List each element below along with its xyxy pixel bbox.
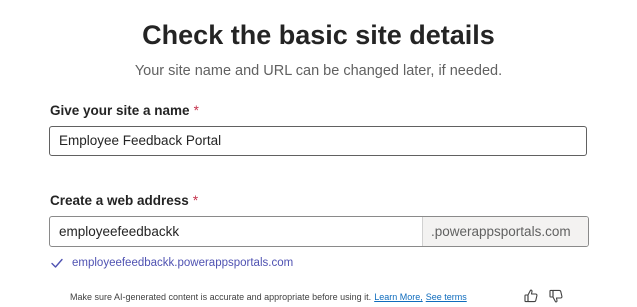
thumbs-up-icon[interactable] — [523, 288, 539, 304]
validation-message: employeefeedbackk.powerappsportals.com — [72, 257, 294, 269]
site-name-input[interactable]: Employee Feedback Portal — [49, 126, 587, 156]
web-address-value: employeefeedbackk — [59, 224, 180, 239]
required-mark: * — [193, 103, 199, 118]
required-mark: * — [192, 193, 199, 208]
disclaimer-text: Make sure AI-generated content is accura… — [70, 292, 372, 302]
domain-suffix: .powerappsportals.com — [422, 217, 588, 246]
thumbs-down-icon[interactable] — [548, 288, 564, 304]
checkmark-icon — [51, 258, 63, 268]
page-title: Check the basic site details — [142, 20, 495, 50]
site-name-label: Give your site a name * — [50, 102, 199, 120]
address-validation: employeefeedbackk.powerappsportals.com — [50, 255, 293, 271]
ai-disclaimer: Make sure AI-generated content is accura… — [70, 291, 467, 303]
site-name-value: Employee Feedback Portal — [59, 133, 222, 148]
web-address-input[interactable]: employeefeedbackk .powerappsportals.com — [49, 216, 589, 247]
site-name-label-text: Give your site a name — [50, 103, 190, 118]
see-terms-link[interactable]: See terms — [426, 292, 467, 302]
web-address-label: Create a web address * — [50, 192, 198, 210]
page-subtitle: Your site name and URL can be changed la… — [134, 63, 503, 79]
learn-more-link[interactable]: Learn More, — [374, 292, 423, 302]
web-address-label-text: Create a web address — [50, 193, 189, 208]
